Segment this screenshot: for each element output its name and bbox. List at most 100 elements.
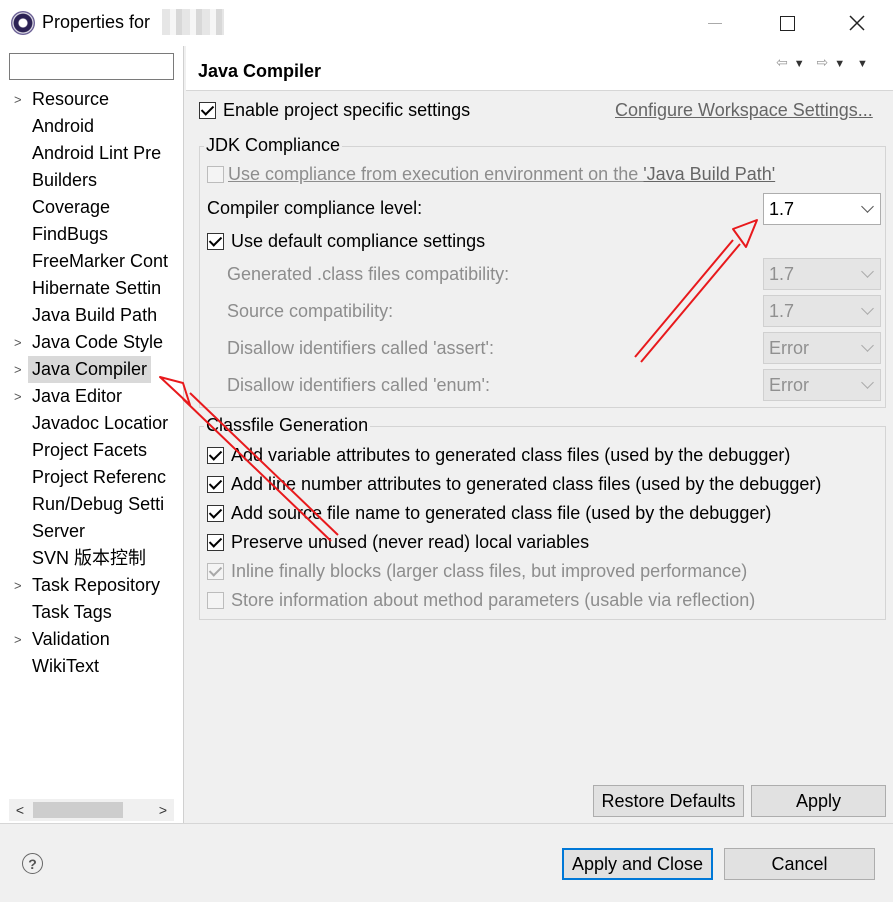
cancel-button[interactable]: Cancel bbox=[724, 848, 875, 880]
classfile-generation-legend: Classfile Generation bbox=[204, 415, 371, 436]
right-panel: Java Compiler ⇦ ▼ ⇨ ▼ ▼ Enable project spe… bbox=[186, 46, 893, 823]
tree-item[interactable]: SVN 版本控制 bbox=[0, 545, 184, 572]
compliance-level-label: Compiler compliance level: bbox=[207, 198, 423, 218]
tree-item-label: Task Repository bbox=[32, 575, 161, 595]
apply-and-close-button[interactable]: Apply and Close bbox=[562, 848, 713, 880]
eclipse-app-icon bbox=[11, 11, 35, 35]
view-menu-icon[interactable]: ▼ bbox=[857, 58, 870, 70]
generated-class-select[interactable]: 1.7 bbox=[763, 258, 881, 290]
chevron-right-icon[interactable]: > bbox=[14, 626, 26, 653]
tree-item-label: Project Facets bbox=[32, 440, 148, 460]
chevron-down-icon bbox=[861, 302, 874, 315]
tree-item[interactable]: Builders bbox=[0, 167, 184, 194]
assert-select[interactable]: Error bbox=[763, 332, 881, 364]
tree-item[interactable]: > Java Editor bbox=[0, 383, 184, 410]
tree-item-label: FreeMarker Cont bbox=[32, 251, 169, 271]
chevron-down-icon bbox=[861, 265, 874, 278]
tree-item-label: Java Code Style bbox=[32, 332, 164, 352]
tree-item[interactable]: WikiText bbox=[0, 653, 184, 680]
configure-workspace-link[interactable]: Configure Workspace Settings... bbox=[615, 100, 873, 121]
chevron-right-icon[interactable]: > bbox=[14, 329, 26, 356]
generated-class-value: 1.7 bbox=[769, 264, 795, 284]
tree-item-label: Java Build Path bbox=[32, 305, 158, 325]
minimize-button[interactable] bbox=[680, 0, 750, 46]
var-attrs-label: Add variable attributes to generated cla… bbox=[231, 445, 791, 465]
tree-item-label: Android bbox=[32, 116, 95, 136]
maximize-button[interactable] bbox=[752, 0, 822, 46]
chevron-right-icon[interactable]: > bbox=[14, 383, 26, 410]
close-button[interactable] bbox=[822, 0, 892, 46]
tree-item-label: Builders bbox=[32, 170, 98, 190]
method-params-checkbox[interactable] bbox=[207, 592, 224, 609]
tree-item-label: Java Compiler bbox=[28, 356, 152, 383]
tree-item[interactable]: > Validation bbox=[0, 626, 184, 653]
var-attrs-checkbox[interactable] bbox=[207, 447, 224, 464]
enable-project-specific-checkbox[interactable] bbox=[199, 102, 216, 119]
source-compat-label: Source compatibility: bbox=[227, 301, 394, 321]
source-name-label: Add source file name to generated class … bbox=[231, 503, 772, 523]
preserve-unused-checkbox[interactable] bbox=[207, 534, 224, 551]
source-compat-select[interactable]: 1.7 bbox=[763, 295, 881, 327]
chevron-down-icon bbox=[861, 376, 874, 389]
tree-item[interactable]: > Resource bbox=[0, 86, 184, 113]
tree-item-label: Project Referenc bbox=[32, 467, 167, 487]
use-default-compliance-checkbox[interactable] bbox=[207, 233, 224, 250]
chevron-down-icon bbox=[861, 200, 874, 213]
java-build-path-link[interactable]: 'Java Build Path' bbox=[643, 164, 775, 184]
tree-item[interactable]: FreeMarker Cont bbox=[0, 248, 184, 275]
page-header: Java Compiler ⇦ ▼ ⇨ ▼ ▼ bbox=[186, 46, 893, 91]
tree-item-label: Java Editor bbox=[32, 386, 123, 406]
use-env-compliance-label: Use compliance from execution environmen… bbox=[228, 164, 775, 185]
restore-defaults-button[interactable]: Restore Defaults bbox=[593, 785, 744, 817]
tree-item-label: WikiText bbox=[32, 656, 99, 676]
source-name-checkbox[interactable] bbox=[207, 505, 224, 522]
horizontal-scrollbar[interactable]: < > bbox=[9, 799, 174, 821]
tree-item[interactable]: Android Lint Pre bbox=[0, 140, 184, 167]
tree-item-label: Coverage bbox=[32, 197, 111, 217]
method-params-label: Store information about method parameter… bbox=[231, 590, 756, 610]
chevron-right-icon[interactable]: > bbox=[14, 86, 26, 113]
tree-item[interactable]: FindBugs bbox=[0, 221, 184, 248]
tree-item[interactable]: > Java Compiler bbox=[0, 356, 184, 383]
help-icon[interactable]: ? bbox=[22, 853, 43, 874]
tree-item[interactable]: Project Facets bbox=[0, 437, 184, 464]
scroll-thumb[interactable] bbox=[33, 802, 123, 818]
inline-finally-checkbox[interactable] bbox=[207, 563, 224, 580]
tree-item[interactable]: Coverage bbox=[0, 194, 184, 221]
window-title: Properties for bbox=[42, 12, 151, 32]
tree-item[interactable]: Hibernate Settin bbox=[0, 275, 184, 302]
scroll-right-icon[interactable]: > bbox=[152, 799, 174, 821]
tree-item-label: SVN 版本控制 bbox=[32, 548, 147, 568]
tree-item[interactable]: > Java Code Style bbox=[0, 329, 184, 356]
enable-project-specific-label: Enable project specific settings bbox=[223, 100, 471, 120]
forward-arrow-icon[interactable]: ⇨ bbox=[817, 54, 831, 71]
tree-item[interactable]: Run/Debug Setti bbox=[0, 491, 184, 518]
tree-item[interactable]: > Task Repository bbox=[0, 572, 184, 599]
preserve-unused-label: Preserve unused (never read) local varia… bbox=[231, 532, 590, 552]
scroll-left-icon[interactable]: < bbox=[9, 799, 31, 821]
line-attrs-label: Add line number attributes to generated … bbox=[231, 474, 822, 494]
minimize-icon bbox=[708, 22, 722, 24]
tree-item[interactable]: Java Build Path bbox=[0, 302, 184, 329]
assert-label: Disallow identifiers called 'assert': bbox=[227, 338, 494, 358]
generated-class-label: Generated .class files compatibility: bbox=[227, 264, 510, 284]
tree-item[interactable]: Project Referenc bbox=[0, 464, 184, 491]
use-env-compliance-checkbox[interactable] bbox=[207, 166, 224, 183]
page-title: Java Compiler bbox=[198, 61, 322, 81]
filter-input[interactable] bbox=[9, 53, 174, 80]
chevron-right-icon[interactable]: > bbox=[14, 572, 26, 599]
back-arrow-icon[interactable]: ⇦ bbox=[776, 54, 790, 71]
compliance-level-select[interactable]: 1.7 bbox=[763, 193, 881, 225]
blurred-project-name bbox=[162, 9, 224, 35]
tree-item-label: Javadoc Locatior bbox=[32, 413, 169, 433]
back-dropdown-icon[interactable]: ▼ bbox=[794, 58, 807, 70]
chevron-right-icon[interactable]: > bbox=[14, 356, 26, 383]
tree-item[interactable]: Task Tags bbox=[0, 599, 184, 626]
forward-dropdown-icon[interactable]: ▼ bbox=[834, 58, 847, 70]
tree-item[interactable]: Android bbox=[0, 113, 184, 140]
tree-item[interactable]: Server bbox=[0, 518, 184, 545]
line-attrs-checkbox[interactable] bbox=[207, 476, 224, 493]
apply-button[interactable]: Apply bbox=[751, 785, 886, 817]
enum-select[interactable]: Error bbox=[763, 369, 881, 401]
tree-item[interactable]: Javadoc Locatior bbox=[0, 410, 184, 437]
